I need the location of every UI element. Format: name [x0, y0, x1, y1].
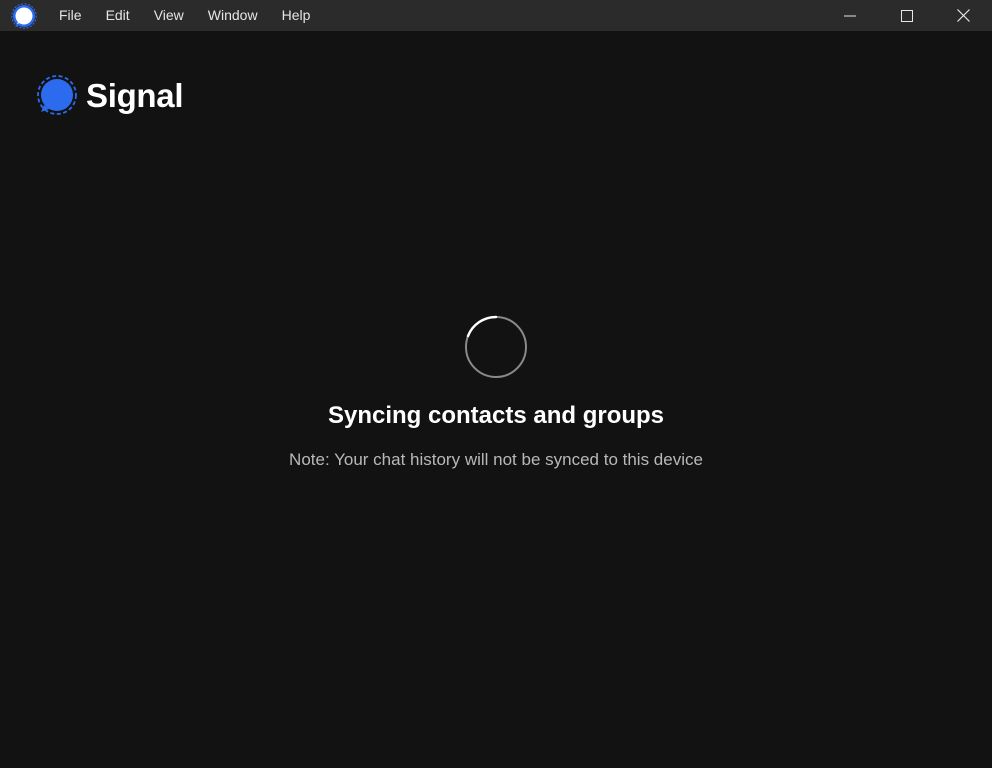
signal-app-icon	[11, 2, 37, 29]
window-controls	[821, 0, 992, 31]
title-bar: File Edit View Window Help	[0, 0, 992, 31]
close-icon	[957, 9, 970, 22]
menu-window[interactable]: Window	[196, 0, 270, 31]
menu-help[interactable]: Help	[270, 0, 323, 31]
menu-file[interactable]: File	[47, 0, 94, 31]
loading-spinner-icon	[465, 315, 527, 378]
minimize-button[interactable]	[821, 0, 878, 31]
maximize-button[interactable]	[878, 0, 935, 31]
minimize-icon	[843, 15, 856, 16]
maximize-icon	[900, 9, 913, 22]
menu-view[interactable]: View	[142, 0, 196, 31]
sync-note: Note: Your chat history will not be sync…	[289, 450, 703, 469]
menu-bar: File Edit View Window Help	[47, 0, 322, 31]
brand-name: Signal	[86, 77, 184, 114]
signal-logo-icon	[37, 75, 77, 115]
sync-title: Syncing contacts and groups	[327, 402, 665, 429]
sync-status: Syncing contacts and groups Note: Your c…	[0, 314, 992, 470]
brand-header: Signal	[36, 75, 184, 117]
menu-edit[interactable]: Edit	[94, 0, 142, 31]
close-button[interactable]	[935, 0, 992, 31]
